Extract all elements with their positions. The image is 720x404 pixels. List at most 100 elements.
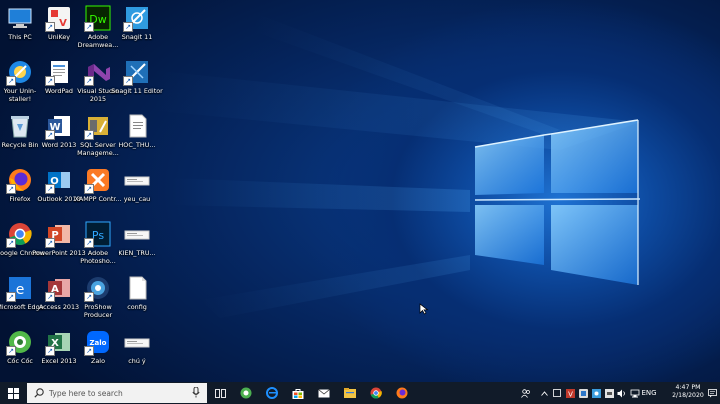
taskbar: Type here to search V ENG 4:47 PM 2/18/2… <box>0 382 720 404</box>
svg-text:V: V <box>59 18 67 29</box>
shortcut-arrow-icon: ↗ <box>6 238 16 248</box>
shortcut-arrow-icon: ↗ <box>84 292 94 302</box>
shortcut-arrow-icon: ↗ <box>84 22 94 32</box>
shortcut-arrow-icon: ↗ <box>45 130 55 140</box>
shortcut-arrow-icon: ↗ <box>45 292 55 302</box>
word-icon: W ↗ <box>45 112 73 140</box>
search-box[interactable]: Type here to search <box>27 383 207 403</box>
blank-file-icon <box>123 274 151 302</box>
snagit-editor-icon: ↗ <box>123 58 151 86</box>
visual-studio-icon: ↗ <box>84 58 112 86</box>
shortcut-arrow-icon: ↗ <box>84 130 94 140</box>
taskbar-mail[interactable] <box>314 382 334 404</box>
image-file-icon <box>123 166 151 194</box>
access-icon: A ↗ <box>45 274 73 302</box>
file-explorer-icon <box>344 388 356 398</box>
taskbar-edge[interactable] <box>262 382 282 404</box>
desktop-icon-label: yeu_cau <box>123 195 151 203</box>
task-view-button[interactable] <box>210 382 230 404</box>
tray-unikey[interactable]: V <box>565 382 575 404</box>
shortcut-arrow-icon: ↗ <box>123 22 133 32</box>
desktop-icon-document[interactable]: HOC_THU... <box>110 110 164 150</box>
xampp-icon: ↗ <box>84 166 112 194</box>
shortcut-arrow-icon: ↗ <box>84 238 94 248</box>
svg-text:V: V <box>568 390 573 398</box>
taskbar-chrome[interactable] <box>366 382 386 404</box>
taskbar-firefox[interactable] <box>392 382 412 404</box>
language-indicator[interactable]: ENG <box>641 382 656 404</box>
volume-button[interactable] <box>617 382 627 404</box>
chrome-icon <box>370 387 382 399</box>
firefox-icon: ↗ <box>6 166 34 194</box>
clock-date: 2/18/2020 <box>672 392 704 399</box>
desktop-icon-image-file[interactable]: KIEN_TRU... <box>110 218 164 258</box>
tray-app-3[interactable] <box>604 382 614 404</box>
clock-time: 4:47 PM <box>675 384 701 391</box>
desktop-icon-blank-file[interactable]: config <box>110 272 164 312</box>
search-placeholder: Type here to search <box>49 388 123 398</box>
snagit-icon: ↗ <box>123 4 151 32</box>
tray-app-icon <box>578 388 588 398</box>
shortcut-arrow-icon: ↗ <box>45 184 55 194</box>
desktop-icon-image-file[interactable]: chú ý <box>110 326 164 366</box>
people-icon <box>521 388 530 398</box>
dreamweaver-icon: Dw ↗ <box>84 4 112 32</box>
desktop-icon-label: HOC_THU... <box>118 141 156 149</box>
shortcut-arrow-icon: ↗ <box>45 238 55 248</box>
shortcut-arrow-icon: ↗ <box>45 346 55 356</box>
desktop-icon-label: chú ý <box>128 357 146 365</box>
network-icon <box>630 389 640 397</box>
action-center-button[interactable] <box>706 382 718 404</box>
excel-icon: X ↗ <box>45 328 73 356</box>
mail-icon <box>318 388 330 397</box>
desktop-icon-snagit[interactable]: ↗ Snagit 11 <box>110 2 164 42</box>
svg-text:e: e <box>16 282 25 298</box>
desktop-icon-label: Snagit 11 <box>121 33 153 41</box>
shortcut-arrow-icon: ↗ <box>84 76 94 86</box>
firefox-icon <box>396 387 408 399</box>
tray-app-1[interactable] <box>552 382 562 404</box>
taskbar-coccoc[interactable] <box>236 382 256 404</box>
mouse-cursor-icon <box>419 303 429 315</box>
unikey-icon: V ↗ <box>45 4 73 32</box>
zalo-icon: Zalo ↗ <box>84 328 112 356</box>
chrome-icon: ↗ <box>6 220 34 248</box>
sql-server-icon: ↗ <box>84 112 112 140</box>
windows-start-icon <box>7 387 19 399</box>
unikey-tray-icon: V <box>565 388 575 398</box>
proshow-icon: ↗ <box>84 274 112 302</box>
uninstaller-icon: ↗ <box>6 58 34 86</box>
snagit-tray-icon <box>591 388 601 398</box>
search-icon <box>34 388 44 398</box>
shortcut-arrow-icon: ↗ <box>6 76 16 86</box>
document-icon <box>123 112 151 140</box>
coccoc-icon <box>240 387 252 399</box>
shortcut-arrow-icon: ↗ <box>45 76 55 86</box>
tray-app-icon <box>604 388 614 398</box>
notification-icon <box>707 388 717 397</box>
desktop-icon-image-file[interactable]: yeu_cau <box>110 164 164 204</box>
shortcut-arrow-icon: ↗ <box>84 184 94 194</box>
people-button[interactable] <box>520 382 532 404</box>
tray-snagit[interactable] <box>591 382 601 404</box>
store-icon <box>292 388 304 399</box>
tray-app-2[interactable] <box>578 382 588 404</box>
photoshop-icon: Ps ↗ <box>84 220 112 248</box>
network-button[interactable] <box>630 382 640 404</box>
desktop-icon-label: config <box>127 303 147 311</box>
clock[interactable]: 4:47 PM 2/18/2020 <box>672 384 704 400</box>
taskbar-file-explorer[interactable] <box>340 382 360 404</box>
desktop-icon-snagit-editor[interactable]: ↗ Snagit 11 Editor <box>110 56 164 96</box>
desktop-icon-label: KIEN_TRU... <box>118 249 156 257</box>
tray-app-icon <box>553 389 561 397</box>
taskbar-store[interactable] <box>288 382 308 404</box>
image-file-icon <box>123 328 151 356</box>
shortcut-arrow-icon: ↗ <box>6 184 16 194</box>
image-file-icon <box>123 220 151 248</box>
shortcut-arrow-icon: ↗ <box>45 22 55 32</box>
microphone-icon[interactable] <box>192 387 200 398</box>
this-pc-icon <box>6 4 34 32</box>
show-hidden-icons-button[interactable] <box>539 382 549 404</box>
shortcut-arrow-icon: ↗ <box>84 346 94 356</box>
start-button[interactable] <box>0 382 26 404</box>
